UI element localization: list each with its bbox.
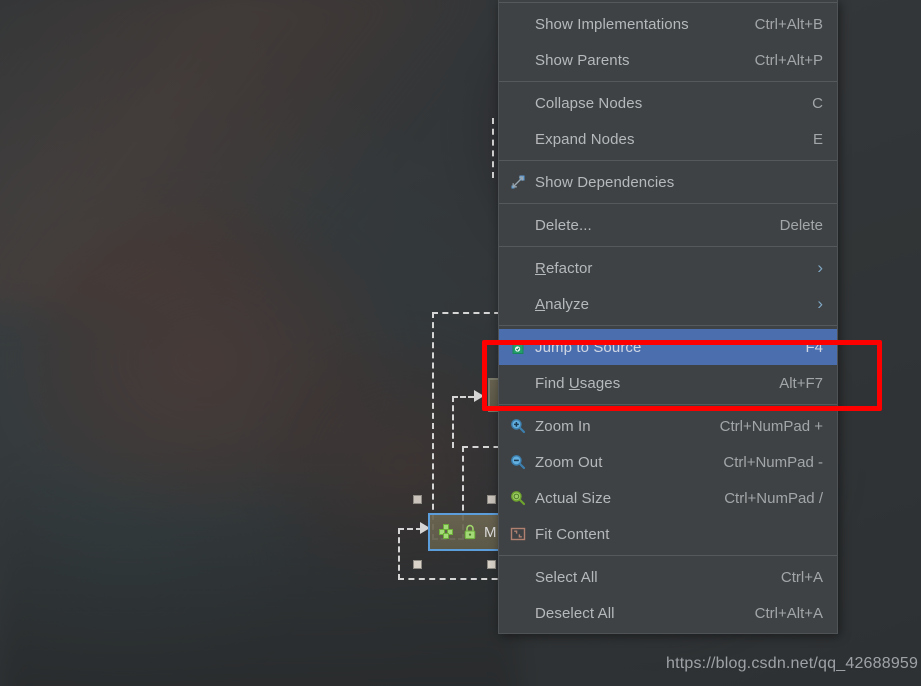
diagram-edge-line [452, 396, 454, 448]
menu-item-shortcut: Alt+F7 [779, 374, 823, 392]
menu-item-show-dependencies[interactable]: Show Dependencies [499, 164, 837, 200]
menu-item-label: Show Implementations [535, 15, 689, 33]
menu-item-zoom-out[interactable]: Zoom Out Ctrl+NumPad - [499, 444, 837, 480]
menu-item-label: Zoom Out [535, 453, 603, 471]
diagram-edge-line [432, 312, 434, 540]
menu-item-delete[interactable]: Delete... Delete [499, 207, 837, 243]
menu-separator [499, 404, 837, 405]
menu-item-expand-nodes[interactable]: Expand Nodes E [499, 121, 837, 157]
menu-item-label: Delete... [535, 216, 592, 234]
diagram-arrow-head [474, 390, 484, 402]
show-dependencies-icon [507, 174, 529, 190]
menu-item-shortcut: Ctrl+Alt+A [754, 604, 823, 622]
diagram-edge-line [492, 118, 494, 178]
zoom-out-icon [507, 454, 529, 470]
diagram-edge-line [398, 578, 508, 580]
uml-node-label: M [484, 523, 497, 541]
menu-separator [499, 160, 837, 161]
menu-item-shortcut: F4 [805, 338, 823, 356]
menu-item-collapse-nodes[interactable]: Collapse Nodes C [499, 85, 837, 121]
chevron-right-icon: › [817, 293, 823, 313]
watermark-text: https://blog.csdn.net/qq_42688959 [666, 655, 919, 672]
menu-item-label: Expand Nodes [535, 130, 635, 148]
selection-handle[interactable] [487, 495, 496, 504]
menu-item-label: Deselect All [535, 604, 615, 622]
menu-item-analyze[interactable]: Analyze › [499, 286, 837, 322]
menu-item-find-usages[interactable]: Find Usages Alt+F7 [499, 365, 837, 401]
menu-item-label: Jump to Source [535, 338, 642, 356]
chevron-right-icon: › [817, 257, 823, 277]
menu-item-shortcut: Delete [779, 216, 823, 234]
menu-item-label: Analyze [535, 295, 590, 313]
diagram-edge-line [398, 528, 400, 580]
menu-item-shortcut: Ctrl+NumPad / [724, 489, 823, 507]
menu-item-fit-content[interactable]: Fit Content [499, 516, 837, 552]
menu-item-label: Zoom In [535, 417, 591, 435]
menu-item-label: Show Parents [535, 51, 630, 69]
screenshot-root: M Show Implementations Ctrl+Alt+B Show Par… [0, 0, 921, 686]
menu-separator [499, 246, 837, 247]
zoom-in-icon [507, 418, 529, 434]
menu-separator [499, 325, 837, 326]
actual-size-icon [507, 490, 529, 506]
menu-item-jump-to-source[interactable]: Jump to Source F4 [499, 329, 837, 365]
menu-separator [499, 2, 837, 3]
menu-item-deselect-all[interactable]: Deselect All Ctrl+Alt+A [499, 595, 837, 631]
menu-item-actual-size[interactable]: Actual Size Ctrl+NumPad / [499, 480, 837, 516]
menu-item-label: Find Usages [535, 374, 621, 392]
selection-handle[interactable] [413, 560, 422, 569]
menu-item-shortcut: Ctrl+Alt+P [754, 51, 823, 69]
menu-item-refactor[interactable]: Refactor › [499, 250, 837, 286]
menu-item-show-implementations[interactable]: Show Implementations Ctrl+Alt+B [499, 6, 837, 42]
menu-item-label: Collapse Nodes [535, 94, 643, 112]
menu-item-label: Actual Size [535, 489, 612, 507]
selection-handle[interactable] [413, 495, 422, 504]
jump-to-source-icon [507, 339, 529, 355]
menu-item-shortcut: C [812, 94, 823, 112]
lock-icon [463, 524, 477, 540]
diagram-edge-line [452, 396, 474, 398]
menu-item-shortcut: Ctrl+NumPad - [723, 453, 823, 471]
menu-item-label: Refactor [535, 259, 593, 277]
menu-item-show-parents[interactable]: Show Parents Ctrl+Alt+P [499, 42, 837, 78]
menu-separator [499, 81, 837, 82]
menu-item-label: Show Dependencies [535, 173, 675, 191]
menu-separator [499, 555, 837, 556]
menu-item-shortcut: Ctrl+NumPad + [719, 417, 823, 435]
menu-item-label: Select All [535, 568, 598, 586]
selection-handle[interactable] [487, 560, 496, 569]
menu-item-shortcut: Ctrl+Alt+B [754, 15, 823, 33]
menu-item-label: Fit Content [535, 525, 610, 543]
menu-item-select-all[interactable]: Select All Ctrl+A [499, 559, 837, 595]
diagram-edge-line [398, 528, 422, 530]
diagram-context-menu[interactable]: Show Implementations Ctrl+Alt+B Show Paren… [498, 0, 838, 634]
menu-separator [499, 203, 837, 204]
menu-item-shortcut: E [812, 130, 823, 148]
class-icon [438, 523, 456, 541]
menu-item-shortcut: Ctrl+A [780, 568, 823, 586]
fit-content-icon [507, 526, 529, 542]
menu-item-zoom-in[interactable]: Zoom In Ctrl+NumPad + [499, 408, 837, 444]
